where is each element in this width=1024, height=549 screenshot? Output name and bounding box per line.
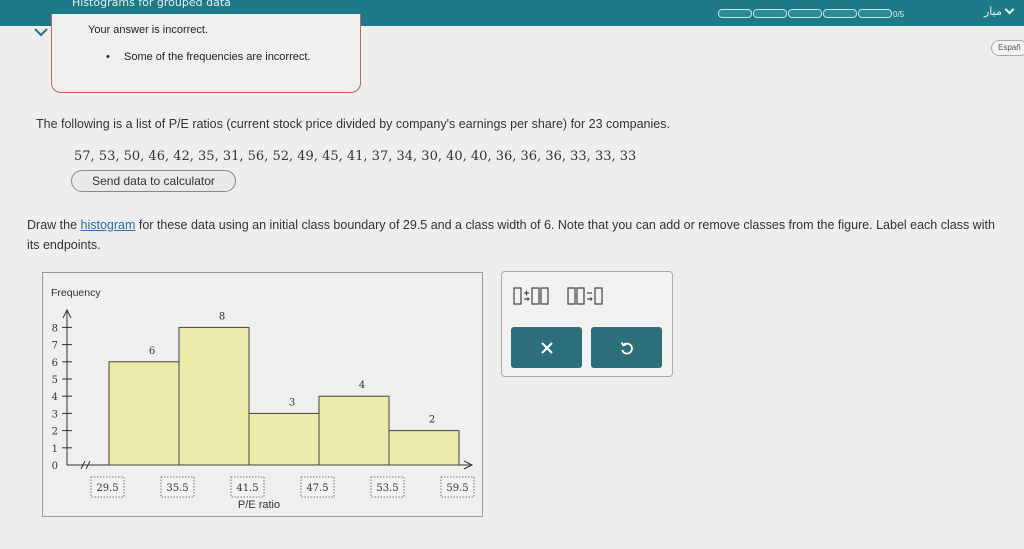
progress-segment	[718, 9, 752, 18]
tool-panel	[501, 271, 673, 377]
send-data-button[interactable]: Send data to calculator	[71, 170, 236, 192]
chevron-down-icon[interactable]	[30, 22, 52, 42]
bar-value-label: 6	[149, 346, 155, 357]
progress-label: 0/5	[893, 10, 905, 19]
add-class-icon[interactable]	[510, 282, 554, 310]
clear-button[interactable]	[511, 327, 582, 368]
progress-segment	[753, 9, 787, 18]
y-tick-label: 0	[52, 461, 58, 472]
language-label: ميار	[984, 5, 1002, 18]
progress-segment	[858, 9, 892, 18]
language-select[interactable]: ميار	[984, 4, 1015, 18]
bar-value-label: 8	[219, 311, 225, 322]
bar-value-label: 4	[359, 380, 365, 391]
histogram-chart[interactable]: Frequency 0 1 2 3 4 5 6 7 8 6 8 3 4 2 29.5 35.5 41.5 47.5 5…	[43, 273, 484, 518]
y-tick-label: 4	[52, 392, 58, 403]
feedback-item: Some of the frequencies are incorrect.	[106, 51, 311, 63]
y-tick-label: 3	[52, 409, 58, 420]
histogram-bar	[108, 361, 180, 466]
instruction-text: Draw the histogram for these data using …	[27, 215, 1002, 255]
histogram-link[interactable]: histogram	[81, 218, 136, 232]
x-axis-label: P/E ratio	[238, 499, 280, 511]
feedback-item-text: Some of the frequencies are incorrect.	[124, 51, 311, 63]
histogram-bar	[318, 395, 390, 466]
x-icon	[540, 341, 553, 354]
histogram-bar	[248, 412, 320, 466]
bar-value-label: 2	[429, 415, 435, 426]
class-boundary-label: 47.5	[306, 483, 328, 494]
progress-segment	[823, 9, 857, 18]
bar-value-label: 3	[289, 397, 295, 408]
y-axis-label: Frequency	[51, 287, 101, 299]
y-tick-label: 8	[52, 323, 58, 334]
undo-icon	[620, 341, 633, 354]
histogram-bar	[388, 430, 460, 466]
class-boundary-label: 53.5	[376, 483, 398, 494]
feedback-title: Your answer is incorrect.	[88, 24, 209, 36]
espanol-button[interactable]: Españ	[991, 40, 1024, 56]
undo-button[interactable]	[591, 327, 662, 368]
y-tick-label: 5	[52, 375, 58, 386]
class-boundary-label: 29.5	[96, 483, 118, 494]
class-boundary-label: 41.5	[236, 483, 258, 494]
class-boundary-label: 35.5	[166, 483, 188, 494]
problem-intro: The following is a list of P/E ratios (c…	[36, 117, 670, 131]
instruction-pre: Draw the	[27, 218, 81, 232]
histogram-graph[interactable]: Frequency 0 1 2 3 4 5 6 7 8 6 8 3 4 2 29.5 35.5 41.5 47.5 5…	[42, 272, 483, 517]
y-tick-label: 7	[52, 341, 58, 352]
data-list: 57, 53, 50, 46, 42, 35, 31, 56, 52, 49, …	[74, 149, 637, 164]
y-tick-label: 2	[52, 427, 58, 438]
y-tick-label: 6	[52, 358, 58, 369]
remove-class-icon[interactable]	[564, 282, 608, 310]
y-tick-label: 1	[52, 444, 58, 455]
progress-bar	[718, 9, 893, 18]
chevron-down-icon	[1004, 4, 1015, 15]
instruction-post: for these data using an initial class bo…	[27, 218, 995, 252]
class-boundary-label: 59.5	[446, 483, 468, 494]
histogram-bar	[178, 326, 250, 466]
page-title: Histograms for grouped data	[72, 0, 231, 9]
progress-segment	[788, 9, 822, 18]
